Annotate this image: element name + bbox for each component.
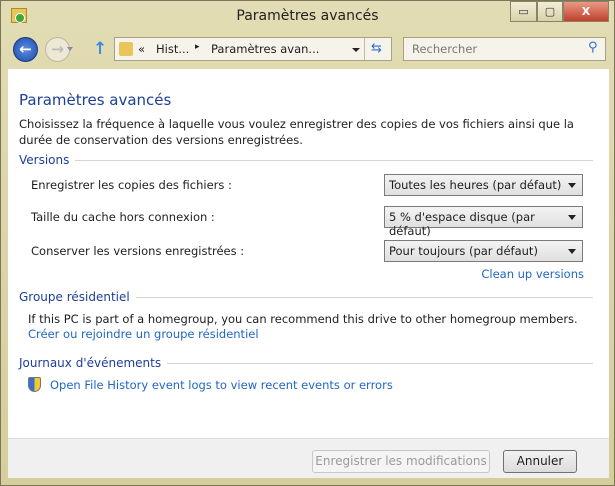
- cache-size-select[interactable]: 5 % d'espace disque (par défaut): [384, 206, 583, 238]
- clean-up-versions-link[interactable]: Clean up versions: [481, 267, 584, 281]
- row-label: Enregistrer les copies des fichiers :: [31, 178, 232, 192]
- page-title: Paramètres avancés: [19, 91, 172, 109]
- refresh-icon[interactable]: ⇆: [371, 41, 382, 56]
- section-title: Versions: [19, 153, 70, 167]
- cancel-button[interactable]: Annuler: [503, 450, 577, 473]
- shield-icon: [28, 377, 41, 392]
- homegroup-text: If this PC is part of a homegroup, you c…: [28, 312, 578, 326]
- file-history-icon: [119, 42, 133, 56]
- chevron-down-icon: [568, 215, 576, 220]
- row-label: Conserver les versions enregistrées :: [31, 244, 245, 258]
- page-description: Choisissez la fréquence à laquelle vous …: [19, 117, 574, 147]
- breadcrumb-overflow[interactable]: «: [138, 42, 145, 56]
- search-input[interactable]: Rechercher ⚲: [403, 37, 606, 61]
- section-versions: Versions: [19, 153, 593, 167]
- save-changes-button[interactable]: Enregistrer les modifications: [312, 450, 490, 473]
- breadcrumb-separator-icon[interactable]: ▸: [195, 42, 200, 52]
- chevron-down-icon: [568, 249, 576, 254]
- content-pane: Paramètres avancés Choisissez la fréquen…: [8, 69, 609, 438]
- breadcrumb-current[interactable]: Paramètres avan...: [211, 42, 319, 56]
- search-placeholder: Rechercher: [412, 42, 478, 56]
- save-frequency-select[interactable]: Toutes les heures (par défaut): [384, 174, 583, 196]
- address-dropdown-icon[interactable]: [352, 48, 360, 52]
- breadcrumb-history[interactable]: Hist...: [156, 42, 189, 56]
- homegroup-link[interactable]: Créer ou rejoindre un groupe résidentiel: [28, 327, 259, 341]
- recent-pages-dropdown-icon[interactable]: [67, 47, 73, 51]
- row-label: Taille du cache hors connexion :: [31, 210, 215, 224]
- back-button[interactable]: ←: [13, 37, 38, 62]
- event-logs-link[interactable]: Open File History event logs to view rec…: [50, 378, 393, 392]
- section-homegroup: Groupe résidentiel: [19, 290, 593, 304]
- address-bar[interactable]: « Hist... ▸ Paramètres avan... ⇆: [114, 37, 392, 61]
- footer: Enregistrer les modifications Annuler: [8, 438, 609, 478]
- section-title: Groupe résidentiel: [19, 290, 130, 304]
- section-event-logs: Journaux d'événements: [19, 356, 593, 370]
- chevron-down-icon: [568, 183, 576, 188]
- maximize-button[interactable]: ▢: [537, 1, 563, 22]
- keep-versions-select[interactable]: Pour toujours (par défaut): [384, 240, 583, 262]
- minimize-button[interactable]: ▭: [510, 1, 537, 22]
- close-button[interactable]: X: [563, 1, 609, 22]
- search-icon[interactable]: ⚲: [588, 40, 598, 55]
- up-arrow-icon[interactable]: ↑: [93, 39, 107, 59]
- select-value: Toutes les heures (par défaut): [389, 178, 562, 192]
- select-value: 5 % d'espace disque (par défaut): [389, 210, 535, 238]
- window: Paramètres avancés ▭ ▢ X ← → ↑ « Hist...…: [0, 0, 615, 486]
- section-title: Journaux d'événements: [19, 356, 162, 370]
- select-value: Pour toujours (par défaut): [389, 244, 538, 258]
